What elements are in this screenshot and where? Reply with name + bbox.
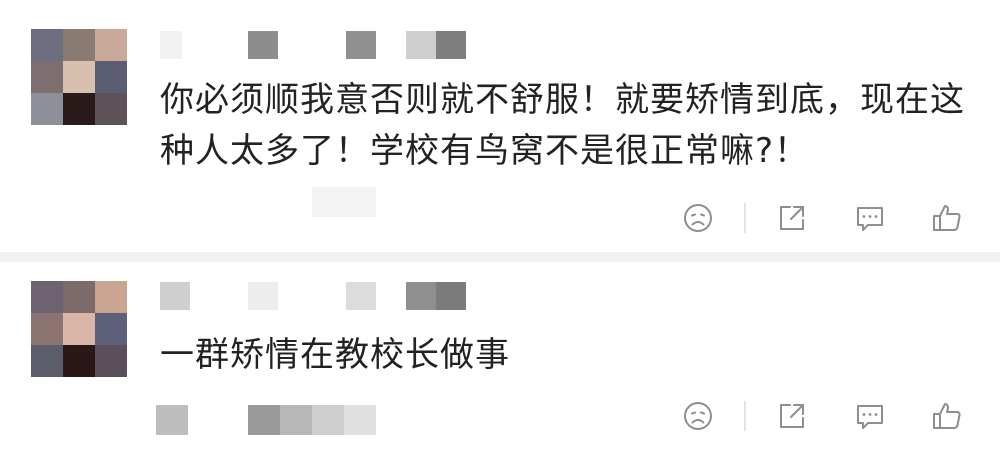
comment-actions xyxy=(0,195,1000,239)
like-icon[interactable] xyxy=(930,399,964,433)
reply-icon[interactable] xyxy=(853,201,887,235)
share-icon[interactable] xyxy=(775,399,809,433)
reply-icon[interactable] xyxy=(853,399,887,433)
comment-divider xyxy=(0,252,1000,262)
comment-actions xyxy=(0,393,1000,437)
comment-text: 你必须顺我意否则就不舒服！就要矫情到底，现在这种人太多了！学校有鸟窝不是很正常嘛… xyxy=(160,80,965,171)
action-separator xyxy=(744,401,746,431)
comment-item: 你必须顺我意否则就不舒服！就要矫情到底，现在这种人太多了！学校有鸟窝不是很正常嘛… xyxy=(0,0,1000,250)
comment-item: 一群矫情在教校长做事 xyxy=(0,262,1000,461)
comment-text: 一群矫情在教校长做事 xyxy=(160,335,510,375)
avatar[interactable] xyxy=(31,281,127,377)
share-icon[interactable] xyxy=(775,201,809,235)
action-separator xyxy=(744,203,746,233)
avatar[interactable] xyxy=(31,29,127,125)
like-icon[interactable] xyxy=(930,201,964,235)
dislike-icon[interactable] xyxy=(681,399,715,433)
dislike-icon[interactable] xyxy=(681,201,715,235)
